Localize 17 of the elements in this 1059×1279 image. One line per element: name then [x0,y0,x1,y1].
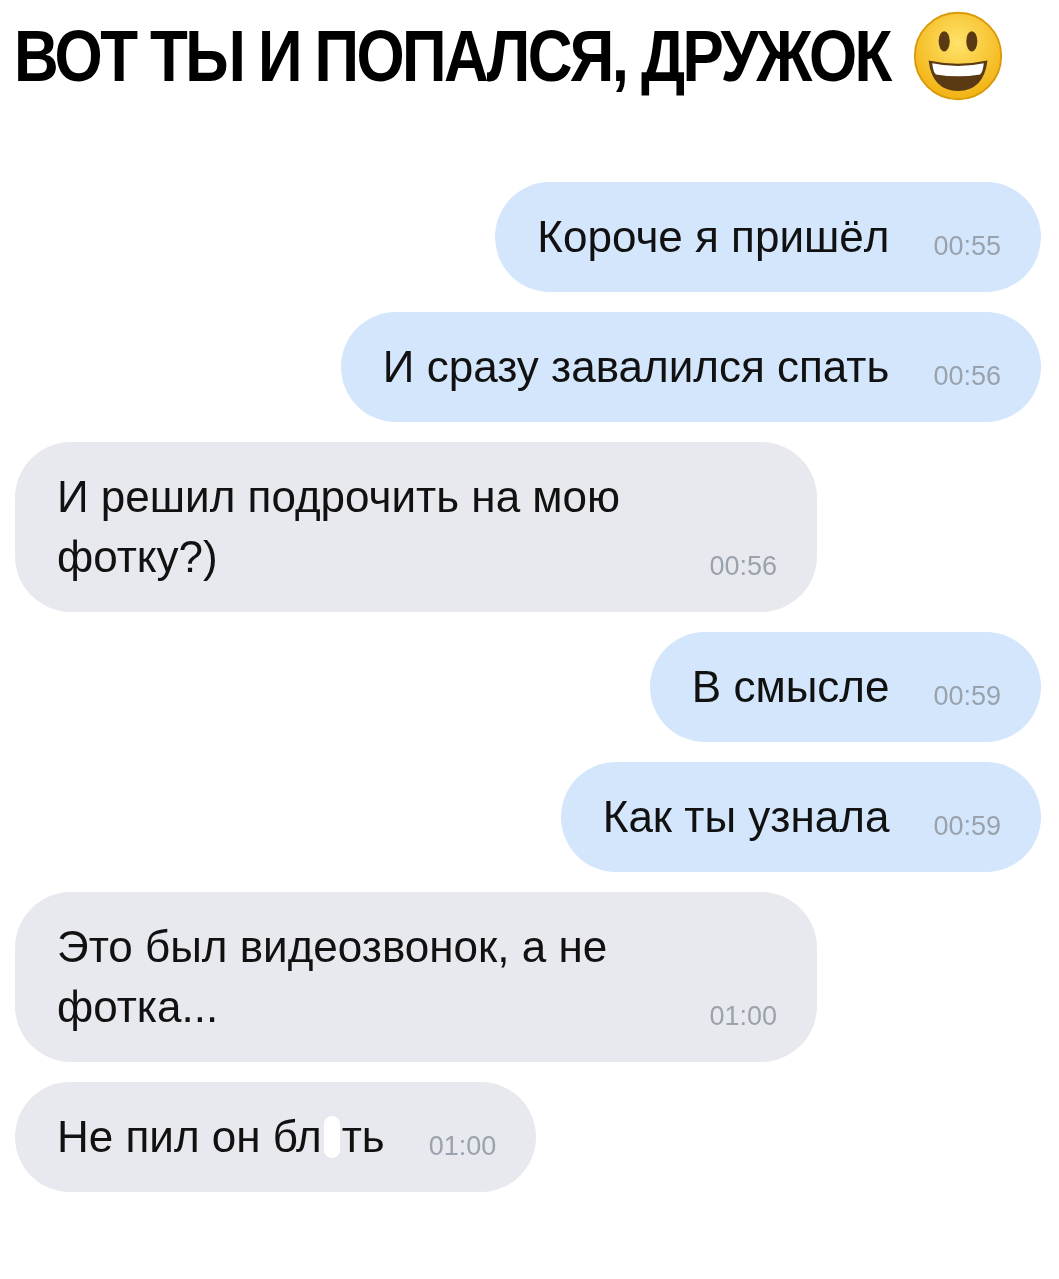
message-text: ть [341,1112,385,1161]
message-time: 00:56 [709,551,777,581]
message-time: 00:59 [933,811,1001,841]
message-text: Короче я пришёл [537,212,890,261]
message-time: 00:59 [933,681,1001,711]
message-text: Не пил он бл [57,1112,322,1161]
message-text: Как ты узнала [602,792,890,841]
message-time: 01:00 [428,1131,497,1161]
message-text: Это был видеозвонок, а не фотка... [57,922,608,1031]
message-time: 00:55 [933,231,1001,261]
message-text: И сразу завалился спать [382,342,890,391]
message-text: В смысле [691,662,890,711]
message-text: И решил подрочить на мою фотку?) [57,472,621,581]
message-time: 00:56 [933,361,1001,391]
smiley-icon [912,10,1005,102]
message-time: 01:00 [709,1001,777,1031]
caption-title: ВОТ ТЫ И ПОПАЛСЯ, ДРУЖОК [14,15,890,97]
